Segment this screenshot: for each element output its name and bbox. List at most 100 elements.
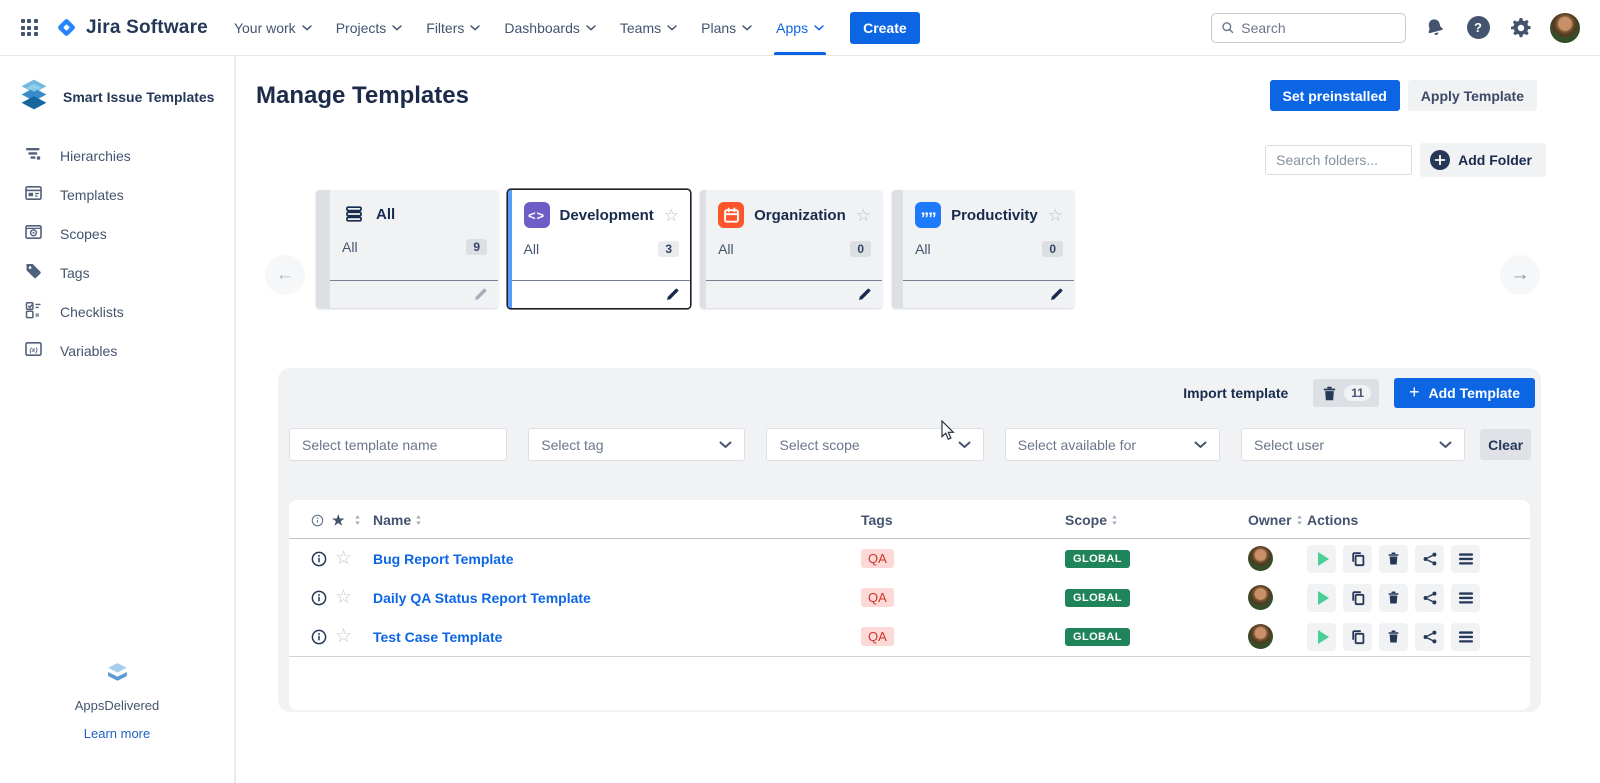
nav-item-teams[interactable]: Teams <box>620 0 677 55</box>
clear-filters-button[interactable]: Clear <box>1480 429 1531 460</box>
folder-card-all[interactable]: All All 9 <box>316 190 498 308</box>
owner-avatar[interactable] <box>1248 624 1273 649</box>
folder-search-input[interactable] <box>1265 145 1412 175</box>
edit-pencil-icon[interactable] <box>473 287 488 302</box>
header-actions: Set preinstalled Apply Template <box>1270 80 1537 111</box>
filter-select-user[interactable]: Select user <box>1241 428 1465 461</box>
sidebar-item-templates[interactable]: Templates <box>0 175 234 214</box>
star-icon[interactable]: ☆ <box>664 207 679 224</box>
template-name-link[interactable]: Daily QA Status Report Template <box>373 590 591 606</box>
sidebar: Smart Issue Templates Hierarchies Templa… <box>0 56 236 783</box>
grid-dots-icon <box>21 19 38 36</box>
run-template-button[interactable] <box>1307 623 1336 651</box>
scope-badge: GLOBAL <box>1065 628 1130 646</box>
nav-item-label: Plans <box>701 20 736 36</box>
nav-item-plans[interactable]: Plans <box>701 0 752 55</box>
more-actions-button[interactable] <box>1451 623 1480 651</box>
filter-select-available-for[interactable]: Select available for <box>1005 428 1220 461</box>
add-folder-button[interactable]: Add Folder <box>1420 143 1546 177</box>
edit-pencil-icon[interactable] <box>665 287 680 302</box>
run-template-button[interactable] <box>1307 545 1336 573</box>
sort-icon[interactable] <box>353 514 362 526</box>
app-title: Smart Issue Templates <box>63 89 214 105</box>
help-icon[interactable]: ? <box>1464 14 1492 42</box>
folder-card-productivity[interactable]: ”” Productivity ☆ All 0 <box>892 190 1074 308</box>
folder-card-development[interactable]: <> Development ☆ All 3 <box>508 190 690 308</box>
create-button[interactable]: Create <box>850 12 920 44</box>
delete-template-button[interactable] <box>1379 584 1408 612</box>
folder-card-organization[interactable]: Organization ☆ All 0 <box>700 190 882 308</box>
table-body: ☆ Bug Report Template QA GLOBAL ☆ Daily … <box>289 539 1530 657</box>
search-icon <box>1221 20 1234 35</box>
svg-text:(x): (x) <box>29 347 37 354</box>
chevron-down-icon <box>742 25 752 31</box>
scopes-icon <box>23 222 44 245</box>
learn-more-link[interactable]: Learn more <box>84 726 150 741</box>
jira-logo[interactable]: Jira Software <box>54 0 208 55</box>
template-name-link[interactable]: Test Case Template <box>373 629 502 645</box>
sidebar-item-label: Tags <box>60 265 90 281</box>
filter-select-tag[interactable]: Select tag <box>528 428 745 461</box>
copy-template-button[interactable] <box>1343 584 1372 612</box>
calendar-icon <box>718 202 744 228</box>
carousel-prev-button[interactable]: ← <box>265 255 305 295</box>
delete-template-button[interactable] <box>1379 623 1408 651</box>
trash-bin-button[interactable]: 11 <box>1313 379 1379 407</box>
notifications-icon[interactable] <box>1418 11 1452 45</box>
nav-item-label: Apps <box>776 20 808 36</box>
share-template-button[interactable] <box>1415 623 1444 651</box>
sidebar-item-variables[interactable]: (x) Variables <box>0 331 234 370</box>
share-template-button[interactable] <box>1415 545 1444 573</box>
import-template-link[interactable]: Import template <box>1183 385 1288 401</box>
copy-template-button[interactable] <box>1343 623 1372 651</box>
sidebar-item-hierarchies[interactable]: Hierarchies <box>0 136 234 175</box>
info-icon[interactable] <box>311 590 327 606</box>
nav-item-filters[interactable]: Filters <box>426 0 480 55</box>
user-avatar[interactable] <box>1550 13 1580 43</box>
edit-pencil-icon[interactable] <box>857 287 872 302</box>
info-icon[interactable] <box>311 551 327 567</box>
more-actions-button[interactable] <box>1451 545 1480 573</box>
sidebar-item-tags[interactable]: Tags <box>0 253 234 292</box>
sidebar-item-checklists[interactable]: Checklists <box>0 292 234 331</box>
nav-item-apps[interactable]: Apps <box>776 0 824 55</box>
star-icon[interactable]: ☆ <box>335 549 352 568</box>
sidebar-footer: AppsDelivered Learn more <box>0 662 234 743</box>
star-icon[interactable]: ☆ <box>856 207 871 224</box>
column-owner[interactable]: Owner <box>1248 512 1304 528</box>
settings-gear-icon[interactable] <box>1507 14 1535 42</box>
filter-input-select-template-name[interactable] <box>302 437 494 453</box>
sidebar-item-scopes[interactable]: Scopes <box>0 214 234 253</box>
run-template-button[interactable] <box>1307 584 1336 612</box>
more-actions-button[interactable] <box>1451 584 1480 612</box>
nav-item-your-work[interactable]: Your work <box>234 0 312 55</box>
quote-icon: ”” <box>915 202 941 228</box>
add-template-button[interactable]: + Add Template <box>1394 378 1535 408</box>
star-icon[interactable]: ☆ <box>335 627 352 646</box>
copy-template-button[interactable] <box>1343 545 1372 573</box>
share-template-button[interactable] <box>1415 584 1444 612</box>
tag-badge: QA <box>861 549 894 568</box>
search-input[interactable] <box>1241 20 1396 36</box>
app-switcher-icon[interactable] <box>12 11 46 45</box>
question-mark: ? <box>1467 16 1490 39</box>
nav-item-projects[interactable]: Projects <box>336 0 403 55</box>
nav-item-dashboards[interactable]: Dashboards <box>504 0 596 55</box>
star-column-icon[interactable]: ★ <box>332 513 345 527</box>
star-icon[interactable]: ☆ <box>335 588 352 607</box>
column-scope[interactable]: Scope <box>1065 512 1119 528</box>
owner-avatar[interactable] <box>1248 585 1273 610</box>
template-name-link[interactable]: Bug Report Template <box>373 551 514 567</box>
owner-avatar[interactable] <box>1248 546 1273 571</box>
info-icon[interactable] <box>311 629 327 645</box>
carousel-next-button[interactable]: → <box>1500 255 1540 295</box>
star-icon[interactable]: ☆ <box>1048 207 1063 224</box>
column-name[interactable]: Name <box>373 512 423 528</box>
app-logo: Smart Issue Templates <box>0 56 234 116</box>
edit-pencil-icon[interactable] <box>1049 287 1064 302</box>
apply-template-button[interactable]: Apply Template <box>1408 80 1537 111</box>
set-preinstalled-button[interactable]: Set preinstalled <box>1270 80 1400 111</box>
global-search[interactable] <box>1211 13 1406 43</box>
sidebar-menu: Hierarchies Templates Scopes Tags Checkl… <box>0 136 234 370</box>
delete-template-button[interactable] <box>1379 545 1408 573</box>
